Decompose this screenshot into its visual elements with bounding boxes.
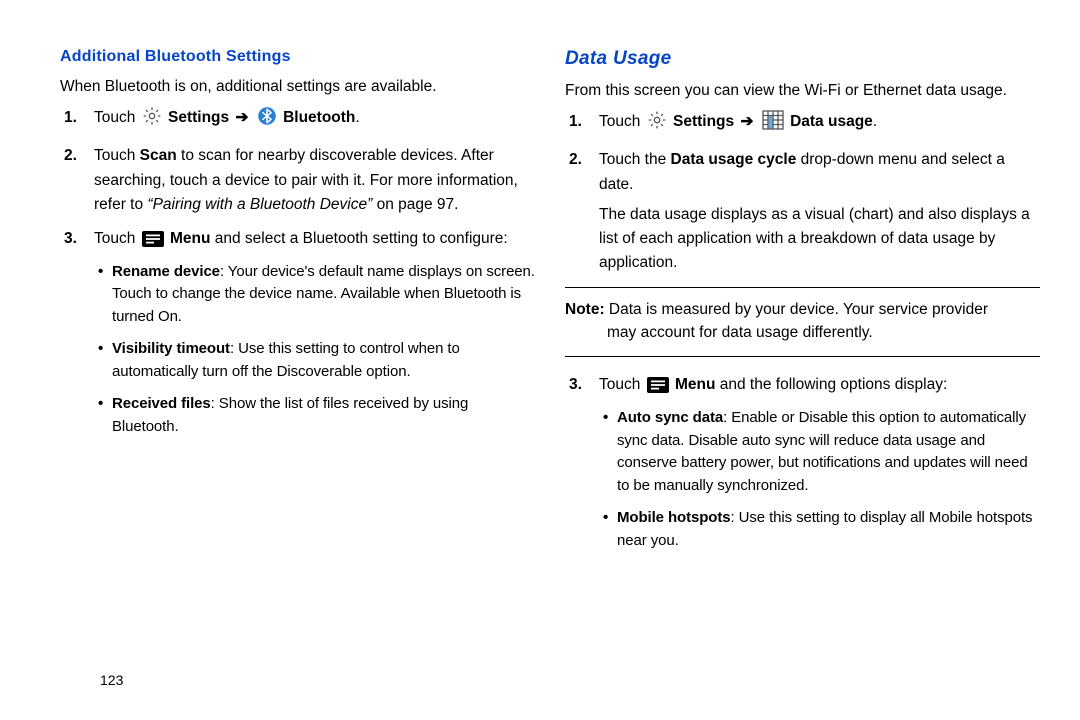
arrow-icon: ➔ (233, 109, 250, 126)
heading-additional-bluetooth: Additional Bluetooth Settings (60, 48, 535, 66)
cycle-label: Data usage cycle (671, 151, 797, 168)
arrow-icon: ➔ (738, 113, 755, 130)
reference-italic: “Pairing with a Bluetooth Device” (147, 196, 372, 213)
step-2-right: Touch the Data usage cycle drop-down men… (599, 148, 1040, 274)
bullet-label: Mobile hotspots (617, 509, 731, 526)
bullet-label: Visibility timeout (112, 340, 230, 357)
period: . (355, 109, 359, 126)
text: Touch (599, 113, 645, 130)
menu-icon (142, 231, 164, 255)
step-2-left: Touch Scan to scan for nearby discoverab… (94, 144, 535, 216)
bluetooth-label: Bluetooth (283, 109, 355, 126)
text: Touch (94, 109, 140, 126)
data-usage-label: Data usage (790, 113, 873, 130)
data-usage-icon (762, 110, 784, 138)
bullet-rename-device: Rename device: Your device's default nam… (112, 261, 535, 329)
bluetooth-icon (257, 106, 277, 134)
note-text-rest: may account for data usage differently. (565, 321, 1040, 344)
text: Touch the (599, 151, 671, 168)
left-column: Additional Bluetooth Settings When Bluet… (60, 48, 535, 562)
steps-list-right-cont: Touch Menu and the following options dis… (565, 373, 1040, 552)
period: . (873, 113, 877, 130)
steps-list-left: Touch Settings ➔ Bluetooth. Touch Scan t… (60, 106, 535, 438)
text: Touch (94, 147, 140, 164)
scan-label: Scan (140, 147, 177, 164)
text: and select a Bluetooth setting to config… (215, 230, 508, 247)
bullet-mobile-hotspots: Mobile hotspots: Use this setting to dis… (617, 507, 1040, 552)
heading-data-usage: Data Usage (565, 48, 1040, 70)
menu-label: Menu (675, 376, 715, 393)
note-text-first: Data is measured by your device. Your se… (609, 301, 988, 318)
text: on page 97. (372, 196, 458, 213)
intro-text: From this screen you can view the Wi-Fi … (565, 80, 1040, 102)
menu-icon (647, 377, 669, 401)
bullet-label: Received files (112, 395, 211, 412)
settings-label: Settings (168, 109, 229, 126)
bullets-right: Auto sync data: Enable or Disable this o… (599, 407, 1040, 552)
note-label: Note: (565, 301, 609, 318)
text: Touch (94, 230, 140, 247)
bullet-label: Auto sync data (617, 409, 723, 426)
step-3-left: Touch Menu and select a Bluetooth settin… (94, 227, 535, 439)
manual-page: Additional Bluetooth Settings When Bluet… (0, 0, 1080, 592)
bullet-label: Rename device (112, 263, 220, 280)
text: Touch (599, 376, 645, 393)
settings-label: Settings (673, 113, 734, 130)
step-3-right: Touch Menu and the following options dis… (599, 373, 1040, 552)
bullet-received-files: Received files: Show the list of files r… (112, 393, 535, 438)
steps-list-right: Touch Settings ➔ Data usage. Touch the D… (565, 110, 1040, 274)
settings-gear-icon (142, 106, 162, 134)
page-number: 123 (100, 672, 123, 688)
right-column: Data Usage From this screen you can view… (565, 48, 1040, 562)
settings-gear-icon (647, 110, 667, 138)
step-1-left: Touch Settings ➔ Bluetooth. (94, 106, 535, 134)
text: The data usage displays as a visual (cha… (599, 206, 1030, 271)
intro-text: When Bluetooth is on, additional setting… (60, 76, 535, 98)
menu-label: Menu (170, 230, 210, 247)
bullets-left: Rename device: Your device's default nam… (94, 261, 535, 439)
text: and the following options display: (720, 376, 947, 393)
note-block: Note: Data is measured by your device. Y… (565, 287, 1040, 358)
step-1-right: Touch Settings ➔ Data usage. (599, 110, 1040, 138)
bullet-visibility-timeout: Visibility timeout: Use this setting to … (112, 338, 535, 383)
bullet-auto-sync: Auto sync data: Enable or Disable this o… (617, 407, 1040, 497)
